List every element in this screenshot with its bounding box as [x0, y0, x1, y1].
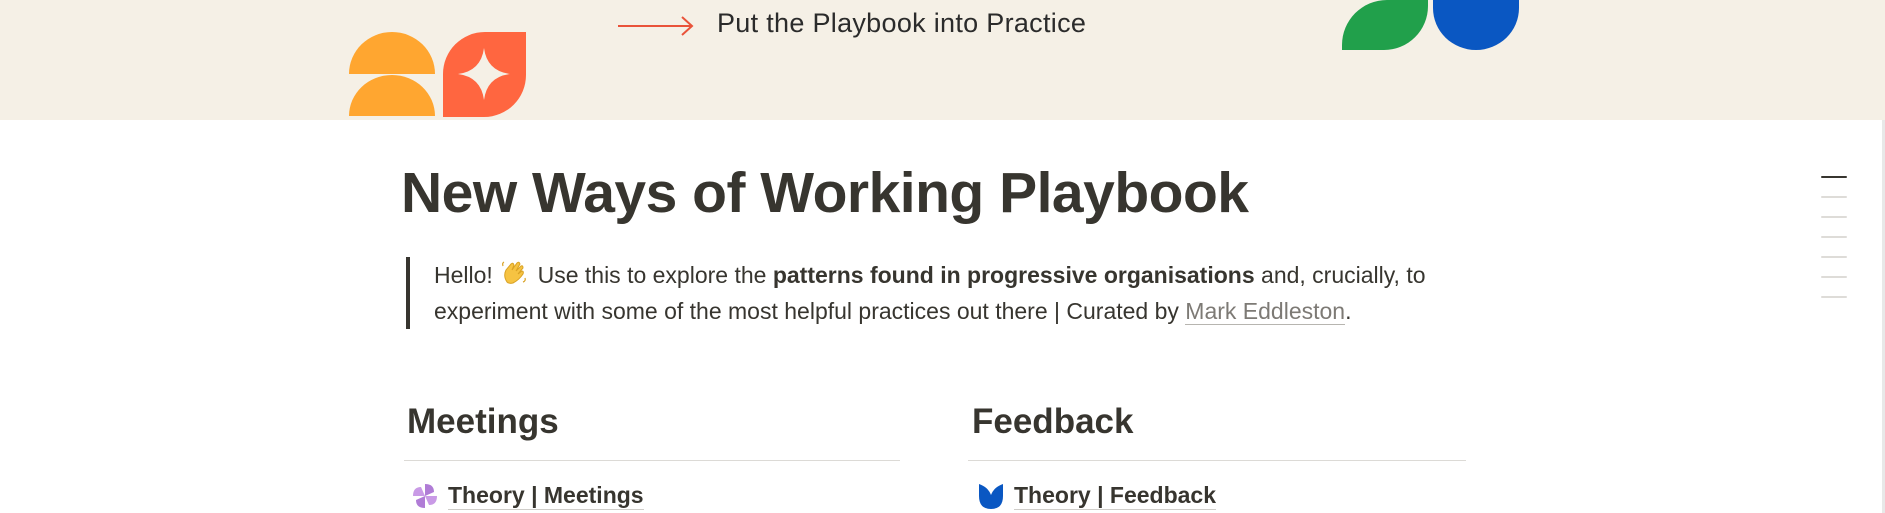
divider [968, 460, 1466, 461]
toc-line[interactable] [1821, 276, 1847, 278]
tulip-icon [979, 484, 1003, 509]
intro-bold-text: patterns found in progressive organisati… [772, 262, 1255, 288]
toc-line[interactable] [1821, 216, 1847, 218]
toc-line-active[interactable] [1821, 176, 1847, 178]
arrow-right-icon [618, 16, 694, 36]
pinwheel-icon [413, 484, 437, 508]
author-link[interactable]: Mark Eddleston [1185, 298, 1346, 325]
link-text[interactable]: Theory | Feedback [1014, 482, 1217, 510]
intro-text-before: Use this to explore the [537, 262, 767, 288]
toc-line[interactable] [1821, 256, 1847, 258]
section-heading-meetings: Meetings [407, 402, 559, 441]
toc-line[interactable] [1821, 196, 1847, 198]
intro-greeting: Hello! [434, 262, 493, 288]
practice-link-text[interactable]: Put the Playbook into Practice [717, 8, 1086, 39]
page-title: New Ways of Working Playbook [401, 161, 1249, 225]
coral-sparkle-shape [443, 32, 526, 117]
toc-line[interactable] [1821, 296, 1847, 298]
intro-quote: Hello! Use this to explore the patterns … [406, 257, 1486, 329]
section-heading-feedback: Feedback [972, 402, 1134, 441]
toc-line[interactable] [1821, 236, 1847, 238]
waving-hand-icon [502, 261, 527, 284]
blue-drop-shape [1433, 0, 1519, 50]
orange-half-circles-shape [349, 32, 435, 116]
link-text[interactable]: Theory | Meetings [448, 482, 644, 510]
table-of-contents[interactable] [1821, 176, 1847, 316]
intro-end: . [1345, 298, 1352, 324]
theory-meetings-link[interactable]: Theory | Meetings [410, 481, 644, 511]
divider [404, 460, 900, 461]
cover-banner: Put the Playbook into Practice [0, 0, 1885, 120]
green-leaf-shape [1342, 0, 1428, 50]
theory-feedback-link[interactable]: Theory | Feedback [976, 481, 1217, 511]
